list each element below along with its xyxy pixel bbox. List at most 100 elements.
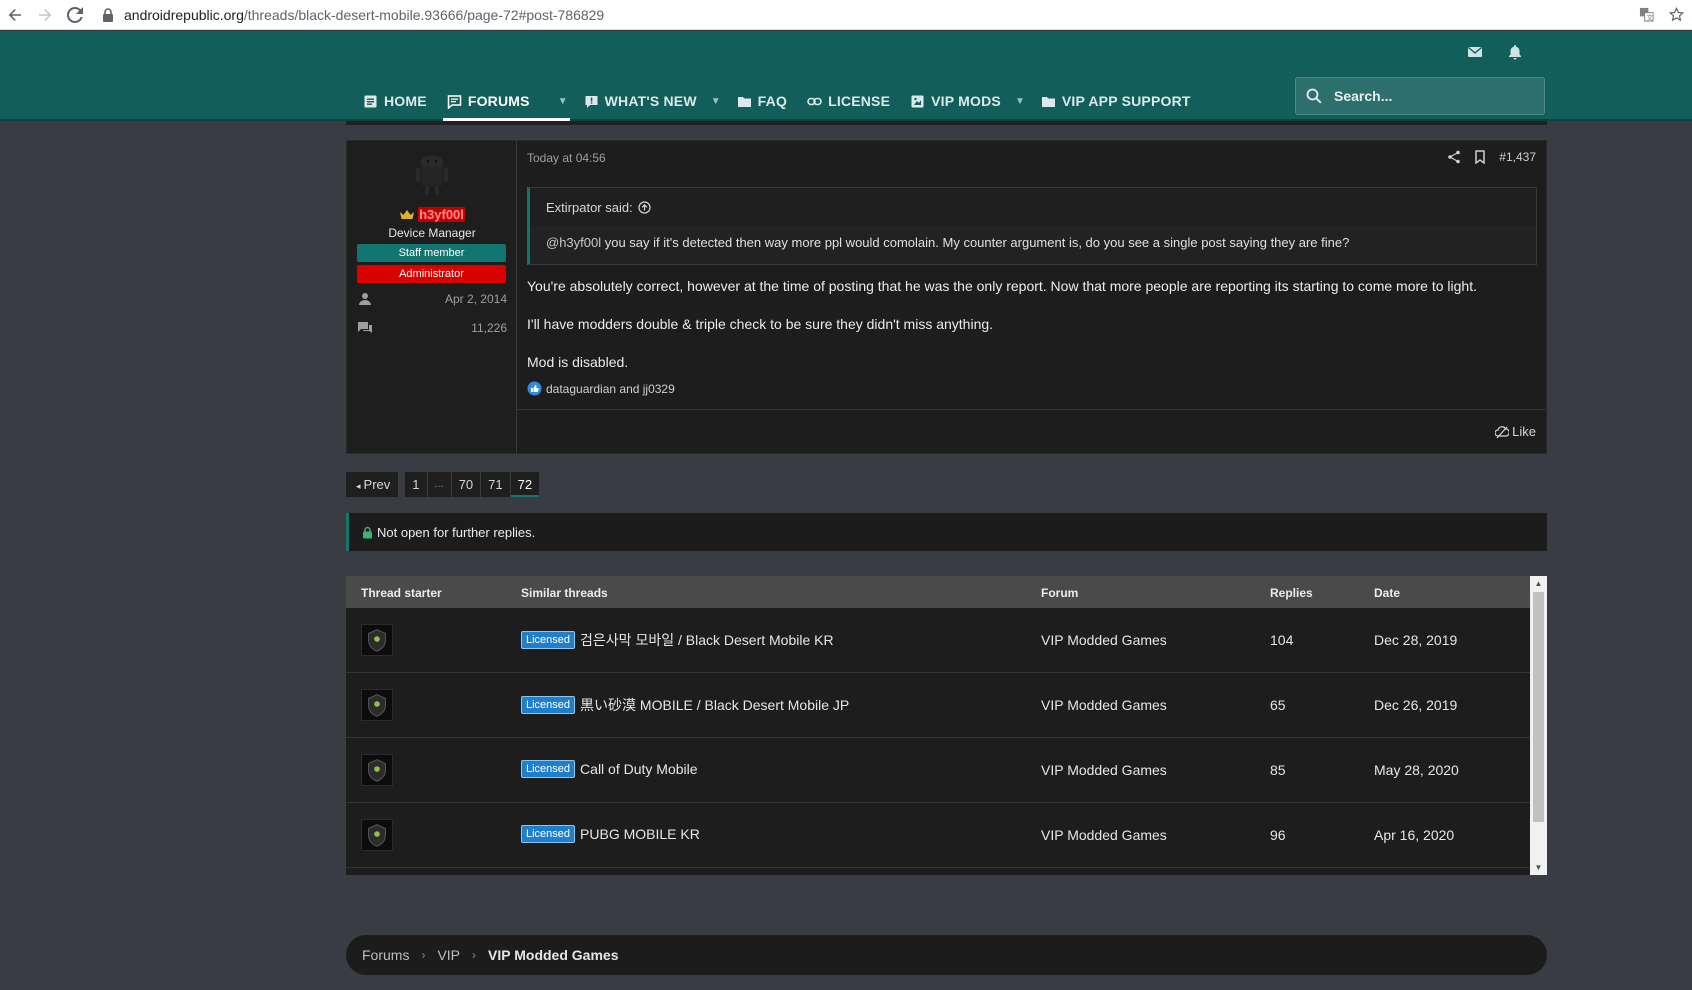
vip-mods-menu-caret[interactable]: ▼	[1015, 81, 1025, 121]
mail-icon[interactable]	[1466, 43, 1484, 61]
licensed-prefix[interactable]: Licensed	[521, 760, 576, 778]
post-paragraph: You're absolutely correct, however at th…	[527, 278, 1477, 294]
scroll-thumb[interactable]	[1533, 592, 1544, 822]
thread-forum[interactable]: VIP Modded Games	[1041, 762, 1167, 778]
col-forum[interactable]: Forum	[1041, 586, 1078, 600]
pagination: ◂ Prev 1 ... 70 71 72	[346, 472, 540, 497]
page-71[interactable]: 71	[481, 472, 510, 497]
folder-icon	[1041, 94, 1056, 109]
notice-text: Not open for further replies.	[377, 524, 536, 540]
thread-locked-notice: Not open for further replies.	[346, 513, 1547, 551]
scroll-up-arrow-icon[interactable]: ▲	[1530, 576, 1547, 591]
thread-title-text[interactable]: Call of Duty Mobile	[580, 761, 698, 777]
nav-faq[interactable]: FAQ	[727, 81, 797, 121]
similar-threads-table: Thread starter Similar threads Forum Rep…	[346, 576, 1547, 875]
back-icon[interactable]	[0, 0, 30, 30]
nav-vip-app-support[interactable]: VIP APP SUPPORT	[1031, 81, 1201, 121]
thread-title[interactable]: Licensed 검은사막 모바일 / Black Desert Mobile …	[521, 630, 834, 650]
bookmark-icon[interactable]	[1473, 150, 1487, 164]
nav-home[interactable]: HOME	[353, 81, 437, 121]
thread-forum[interactable]: VIP Modded Games	[1041, 827, 1167, 843]
prev-page-button[interactable]: ◂ Prev	[346, 472, 399, 497]
nav-vip-mods[interactable]: VIP MODS	[900, 81, 1011, 121]
avatar[interactable]	[407, 149, 457, 199]
site-header: HOME FORUMS ▼ WHAT'S NEW ▼ FAQ LICENSE V…	[0, 31, 1692, 122]
crown-icon	[400, 210, 415, 219]
thread-title[interactable]: Licensed PUBG MOBILE KR	[521, 825, 700, 843]
reload-icon[interactable]	[60, 0, 90, 30]
thread-starter-avatar[interactable]	[361, 754, 393, 786]
search-input[interactable]	[1334, 88, 1524, 104]
post-number[interactable]: #1,437	[1499, 150, 1536, 164]
whats-new-menu-caret[interactable]: ▼	[711, 81, 721, 121]
col-thread-starter[interactable]: Thread starter	[361, 586, 442, 600]
like-button[interactable]: Like	[1495, 424, 1536, 439]
thread-title[interactable]: Licensed Call of Duty Mobile	[521, 760, 698, 778]
breadcrumb-vip-modded-games[interactable]: VIP Modded Games	[482, 947, 624, 963]
page-ellipsis[interactable]: ...	[427, 472, 451, 497]
quote-mention[interactable]: @h3yf00l	[546, 235, 601, 250]
licensed-prefix[interactable]: Licensed	[521, 825, 576, 843]
col-similar-threads[interactable]: Similar threads	[521, 586, 608, 600]
table-row[interactable]: Licensed 검은사막 모바일 / Black Desert Mobile …	[346, 608, 1530, 673]
licensed-prefix[interactable]: Licensed	[521, 696, 576, 714]
thread-title[interactable]: Licensed 黒い砂漠 MOBILE / Black Desert Mobi…	[521, 695, 849, 715]
post-date[interactable]: Today at 04:56	[527, 151, 606, 165]
nav-forums[interactable]: FORUMS	[437, 81, 570, 122]
table-scrollbar[interactable]: ▲ ▼	[1530, 576, 1547, 875]
user-joined-date: Apr 2, 2014	[444, 292, 507, 306]
table-row[interactable]: Licensed Call of Duty Mobile VIP Modded …	[346, 738, 1530, 803]
page-1[interactable]: 1	[405, 472, 427, 497]
username[interactable]: h3yf00l	[347, 207, 517, 222]
thread-title-text[interactable]: 검은사막 모바일 / Black Desert Mobile KR	[580, 630, 834, 650]
thread-title-text[interactable]: PUBG MOBILE KR	[580, 826, 700, 842]
forums-menu-caret[interactable]: ▼	[558, 81, 568, 121]
bookmark-star-icon[interactable]	[1666, 4, 1686, 24]
whats-new-icon	[584, 94, 599, 109]
post-message: h3yf00l Device Manager Staff member Admi…	[346, 140, 1547, 454]
breadcrumb-vip[interactable]: VIP	[431, 947, 466, 963]
user-title: Device Manager	[388, 226, 476, 240]
col-replies[interactable]: Replies	[1270, 586, 1313, 600]
thread-replies: 85	[1270, 762, 1286, 778]
url-path: /threads/black-desert-mobile.93666/page-…	[243, 6, 605, 23]
breadcrumb: Forums › VIP › VIP Modded Games	[346, 935, 1547, 975]
search-box[interactable]	[1295, 77, 1545, 115]
url-host: androidrepublic.org	[124, 6, 244, 23]
thread-starter-avatar[interactable]	[361, 819, 393, 851]
quote-body: @h3yf00l you say if it's detected then w…	[530, 226, 1536, 264]
licensed-prefix[interactable]: Licensed	[521, 631, 576, 649]
col-date[interactable]: Date	[1374, 586, 1400, 600]
share-icon[interactable]	[1447, 150, 1461, 164]
thread-starter-avatar[interactable]	[361, 624, 393, 656]
thread-date: Apr 16, 2020	[1374, 827, 1455, 843]
table-row[interactable]: Licensed 黒い砂漠 MOBILE / Black Desert Mobi…	[346, 673, 1530, 738]
nav-vip-app-support-label: VIP APP SUPPORT	[1061, 93, 1191, 109]
forward-icon[interactable]	[30, 0, 60, 30]
page-70[interactable]: 70	[451, 472, 481, 497]
nav-vip-mods-label: VIP MODS	[931, 93, 1001, 109]
user-messages: 11,226	[357, 319, 507, 337]
thread-forum[interactable]: VIP Modded Games	[1041, 632, 1167, 648]
quote-author: Extirpator said:	[546, 200, 633, 215]
page-72-current[interactable]: 72	[510, 472, 540, 497]
nav-license[interactable]: LICENSE	[797, 81, 900, 121]
thread-forum[interactable]: VIP Modded Games	[1041, 697, 1167, 713]
thread-date: Dec 26, 2019	[1374, 697, 1458, 713]
scroll-down-arrow-icon[interactable]: ▼	[1530, 860, 1547, 875]
reactions-bar[interactable]: dataguardian and jj0329	[527, 381, 675, 396]
arrow-up-circle-icon[interactable]	[638, 201, 651, 214]
quote-text: you say if it's detected then way more p…	[601, 235, 1350, 250]
thread-title-text[interactable]: 黒い砂漠 MOBILE / Black Desert Mobile JP	[580, 695, 849, 715]
table-row[interactable]: Licensed PUBG MOBILE KR VIP Modded Games…	[346, 803, 1530, 868]
bell-icon[interactable]	[1506, 43, 1524, 61]
post-footer: Like	[517, 409, 1546, 455]
nav-license-label: LICENSE	[828, 93, 891, 109]
thread-starter-avatar[interactable]	[361, 689, 393, 721]
translate-icon[interactable]: 文	[1636, 4, 1656, 24]
breadcrumb-forums[interactable]: Forums	[356, 947, 415, 963]
nav-whats-new[interactable]: WHAT'S NEW	[574, 81, 707, 121]
address-bar[interactable]: androidrepublic.org/threads/black-desert…	[102, 3, 604, 27]
quote-header[interactable]: Extirpator said:	[546, 200, 651, 215]
user-icon	[359, 293, 371, 305]
